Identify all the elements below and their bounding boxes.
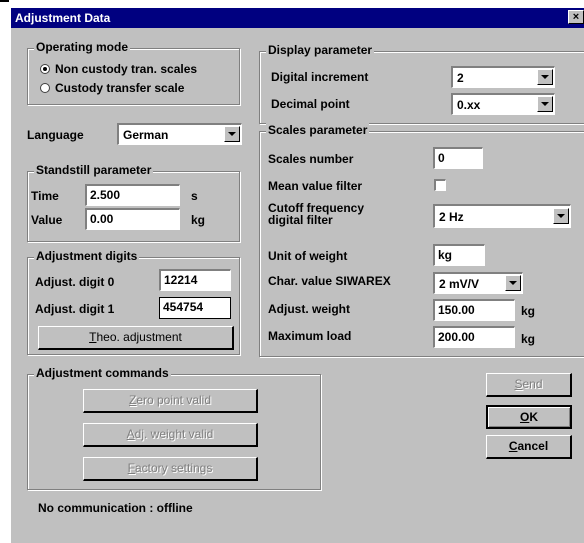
chevron-down-icon[interactable] [224, 126, 240, 142]
corner-marker [0, 0, 9, 2]
display-parameter-legend: Display parameter [266, 43, 375, 57]
adj-weight-valid-button[interactable]: Adj. weight valid [83, 423, 258, 447]
language-select[interactable]: German [117, 123, 242, 145]
decimal-point-select[interactable]: 0.xx [451, 93, 555, 115]
cutoff-frequency-select[interactable]: 2 Hz [433, 204, 571, 228]
mean-value-filter-checkbox[interactable] [434, 179, 446, 191]
operating-mode-group: Operating mode [27, 40, 240, 105]
decimal-point-value: 0.xx [457, 98, 481, 112]
cutoff-frequency-value: 2 Hz [439, 210, 464, 224]
close-icon: × [572, 11, 580, 23]
scales-number-label: Scales number [268, 152, 354, 166]
char-value-siwarex-select[interactable]: 2 mV/V [433, 272, 523, 294]
decimal-point-label: Decimal point [271, 97, 350, 111]
adjustment-commands-legend: Adjustment commands [34, 366, 171, 380]
radio-non-custody[interactable] [40, 64, 50, 74]
standstill-legend: Standstill parameter [34, 163, 154, 177]
digital-increment-value: 2 [457, 71, 464, 85]
radio-custody-transfer[interactable] [40, 83, 50, 93]
send-button[interactable]: Send [486, 373, 572, 397]
language-label: Language [27, 128, 84, 142]
factory-settings-mnemonic: F [127, 461, 135, 475]
adj-weight-mnemonic: A [126, 427, 135, 441]
standstill-group: Standstill parameter [27, 163, 240, 242]
ok-mnemonic: O [519, 410, 530, 424]
chevron-down-icon[interactable] [505, 275, 521, 291]
time-label: Time [31, 189, 59, 203]
chevron-down-icon[interactable] [537, 96, 553, 112]
cancel-button[interactable]: Cancel [486, 435, 572, 459]
scales-parameter-legend: Scales parameter [266, 123, 370, 137]
title-bar: Adjustment Data × [11, 8, 584, 28]
theo-adjustment-button[interactable]: Theo. adjustment [38, 326, 234, 350]
maximum-load-input[interactable]: 200.00 [433, 326, 515, 348]
adjust-weight-label: Adjust. weight [268, 302, 350, 316]
scales-number-input[interactable]: 0 [433, 147, 483, 169]
factory-settings-button[interactable]: Factory settings [83, 457, 258, 481]
zero-point-label: ero point valid [136, 393, 212, 407]
close-button[interactable]: × [568, 10, 584, 24]
operating-mode-legend: Operating mode [34, 40, 131, 54]
status-text: No communication : offline [38, 501, 193, 515]
unit-of-weight-label: Unit of weight [268, 249, 348, 263]
ok-button[interactable]: OK [486, 405, 572, 429]
mean-value-filter-label: Mean value filter [268, 179, 363, 193]
maximum-load-unit: kg [521, 332, 536, 346]
adjust-digit0-label: Adjust. digit 0 [35, 275, 115, 289]
factory-settings-label: actory settings [134, 461, 213, 475]
send-label: end [522, 377, 543, 391]
value-input[interactable]: 0.00 [85, 208, 180, 230]
chevron-down-icon[interactable] [537, 69, 553, 85]
theo-adjustment-label: heo. adjustment [96, 330, 182, 344]
ok-label: K [529, 410, 538, 424]
value-label: Value [31, 213, 63, 227]
adjust-digit0-input[interactable]: 12214 [159, 269, 231, 291]
adjust-weight-unit: kg [521, 304, 536, 318]
cancel-label: ancel [517, 439, 549, 453]
zero-point-valid-button[interactable]: Zero point valid [83, 389, 258, 413]
maximum-load-label: Maximum load [268, 329, 352, 343]
value-unit: kg [191, 213, 206, 227]
cutoff-label-line2: digital filter [268, 213, 333, 227]
char-value-siwarex-label: Char. value SIWAREX [268, 274, 391, 288]
radio-non-custody-label[interactable]: Non custody tran. scales [55, 62, 197, 76]
time-unit: s [191, 189, 198, 203]
digital-increment-select[interactable]: 2 [451, 66, 555, 88]
unit-of-weight-input[interactable]: kg [433, 244, 485, 266]
radio-custody-transfer-label[interactable]: Custody transfer scale [55, 81, 184, 95]
adjust-digit1-label: Adjust. digit 1 [35, 302, 115, 316]
language-value: German [123, 128, 169, 142]
chevron-down-icon[interactable] [553, 208, 569, 224]
time-input[interactable]: 2.500 [85, 184, 180, 206]
char-value-siwarex-value: 2 mV/V [439, 277, 480, 291]
adjust-digit1-input[interactable]: 454754 [159, 297, 231, 319]
adj-weight-label: dj. weight valid [134, 427, 214, 441]
digital-increment-label: Digital increment [271, 70, 369, 84]
adjustment-digits-legend: Adjustment digits [34, 249, 140, 263]
window-title: Adjustment Data [15, 11, 111, 25]
adjust-weight-input[interactable]: 150.00 [433, 299, 515, 321]
